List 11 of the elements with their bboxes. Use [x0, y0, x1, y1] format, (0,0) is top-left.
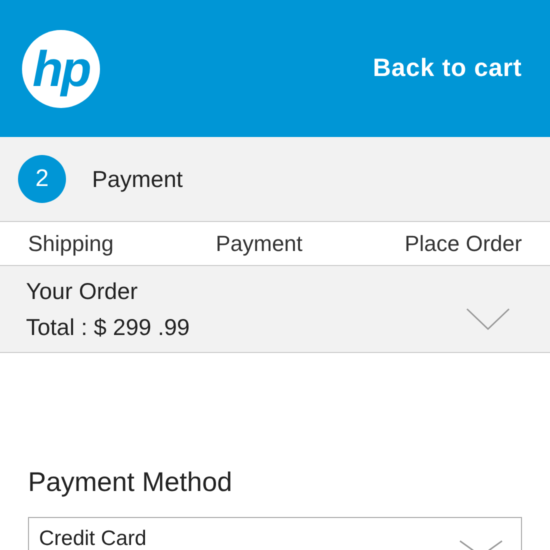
checkout-step[interactable]: Shipping	[28, 227, 114, 260]
order-summary-panel[interactable]: Your Order Total : $ 299 .99	[0, 265, 550, 353]
step-number-badge: 2	[18, 155, 66, 203]
chevron-icon	[466, 308, 510, 330]
order-total: Total : $ 299 .99	[26, 314, 190, 340]
order-title: Your Order	[26, 278, 139, 304]
checkout-step[interactable]: Place Order	[404, 227, 522, 260]
payment-method-label: Payment Method	[28, 466, 234, 498]
checkout-step[interactable]: Payment	[216, 227, 303, 260]
payment-method-dropdown[interactable]: Credit Card	[28, 517, 522, 550]
step-title: Payment	[92, 164, 183, 194]
